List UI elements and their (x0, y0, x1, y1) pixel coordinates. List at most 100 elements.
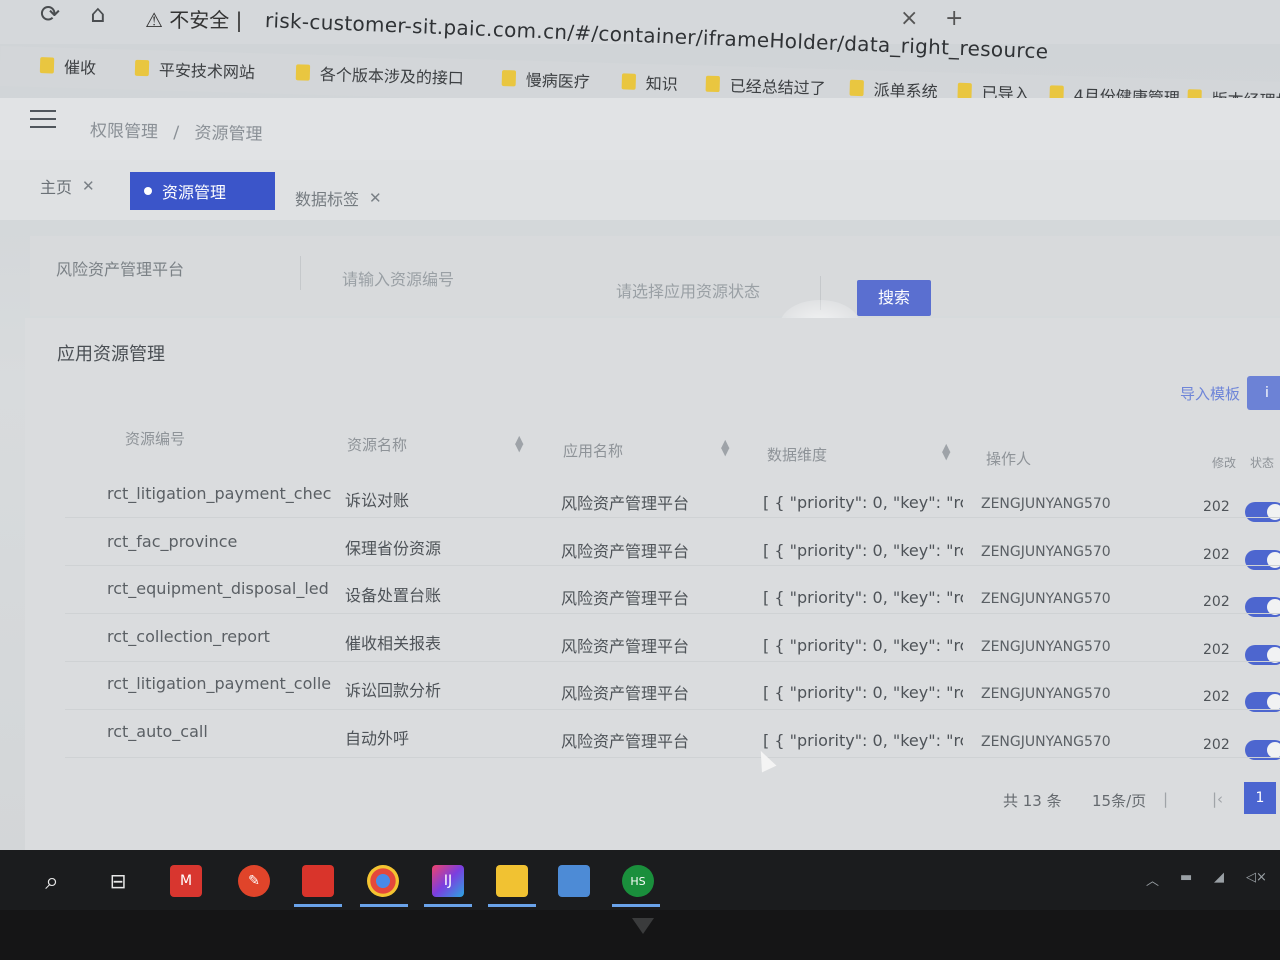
cell-code: rct_litigation_payment_colle (107, 674, 332, 694)
table-row[interactable]: rct_litigation_payment_colle 诉讼回款分析 风险资产管理… (65, 662, 1280, 713)
cell-modified: 202 (1203, 641, 1230, 658)
breadcrumb-current: 资源管理 (194, 123, 263, 145)
cell-name: 诉讼回款分析 (345, 681, 442, 701)
tab-home[interactable]: 主页 ✕ (40, 174, 95, 198)
cell-name: 设备处置台账 (345, 586, 442, 606)
close-icon[interactable]: ✕ (82, 177, 95, 195)
page-size-select[interactable]: 15条/页 (1092, 790, 1146, 811)
close-icon[interactable]: × (900, 6, 918, 31)
browser-address-bar: ⟳ ⌂ ⚠ 不安全 | risk-customer-sit.paic.com.c… (0, 0, 1280, 63)
bookmark-item[interactable]: 已经总结过了 (705, 72, 826, 99)
cell-operator: ZENGJUNYANG570 (981, 591, 1111, 608)
table-row[interactable]: rct_auto_call 自动外呼 风险资产管理平台 [ { "priority":… (65, 710, 1280, 760)
current-page-button[interactable]: 1 (1244, 782, 1276, 814)
bookmark-item[interactable]: 各个版本涉及的接口 (295, 60, 465, 89)
resource-status-select[interactable]: 请选择应用资源状态 (616, 278, 760, 302)
cell-dim: [ { "priority": 0, "key": "rct... (763, 731, 963, 750)
pen-icon[interactable]: ✎ (238, 865, 270, 897)
table-row[interactable]: rct_fac_province 保理省份资源 风险资产管理平台 [ { "prior… (65, 518, 1280, 570)
explorer-icon[interactable] (496, 865, 528, 897)
close-icon[interactable]: ✕ (369, 189, 382, 207)
resource-table: 资源编号 资源名称 ▲ ▼ 应用名称 ▲ ▼ 数据维度 ▲ ▼ 操作人 修改 状态 r… (65, 416, 1280, 760)
cell-app: 风险资产管理平台 (561, 494, 690, 513)
mail-icon[interactable]: M (170, 865, 202, 897)
prev-page-icon[interactable]: | (1163, 790, 1168, 808)
cell-modified: 202 (1203, 594, 1230, 611)
tab-resource-management[interactable]: 资源管理 (130, 172, 275, 210)
taskbar: ⌕ ⊟ M ✎ IJ HS ︿ ▬ ◢ ◁× (0, 850, 1280, 910)
breadcrumb-root[interactable]: 权限管理 (90, 121, 158, 143)
platform-select[interactable]: 风险资产管理平台 (56, 256, 184, 280)
search-bar: 风险资产管理平台 请输入资源编号 请选择应用资源状态 搜索 (30, 236, 1280, 316)
column-header-status[interactable]: 状态 (1250, 454, 1274, 471)
monitor-bezel (0, 910, 1280, 960)
table-row[interactable]: rct_equipment_disposal_led 设备处置台账 风险资产管理平台… (65, 566, 1280, 618)
table-row[interactable]: rct_litigation_payment_chec 诉讼对账 风险资产管理平台 [… (65, 470, 1280, 522)
search-icon[interactable]: ⌕ (36, 865, 68, 897)
sort-icon[interactable]: ▲ ▼ (942, 442, 950, 461)
cell-code: rct_collection_report (107, 626, 270, 646)
wifi-icon[interactable]: ◢ (1214, 870, 1224, 885)
bookmark-item[interactable]: 催收 (39, 53, 97, 79)
intellij-icon[interactable]: IJ (432, 865, 464, 897)
chevron-up-icon[interactable]: ︿ (1146, 870, 1159, 889)
cell-operator: ZENGJUNYANG570 (981, 734, 1111, 750)
import-template-link[interactable]: 导入模板 (1180, 383, 1240, 404)
hs-icon[interactable]: HS (622, 865, 654, 897)
bookmark-label: 慢病医疗 (525, 70, 591, 92)
prev-page-icon[interactable]: |‹ (1212, 790, 1223, 808)
cell-name: 诉讼对账 (345, 491, 410, 510)
column-header-modified[interactable]: 修改 (1212, 454, 1236, 471)
folder-icon (849, 79, 864, 97)
sort-icon[interactable]: ▲ ▼ (721, 438, 729, 457)
battery-icon[interactable]: ▬ (1180, 870, 1192, 885)
column-header-operator[interactable]: 操作人 (986, 448, 1031, 469)
cell-modified: 202 (1203, 737, 1230, 753)
action-button[interactable]: i (1247, 376, 1280, 410)
tab-label: 资源管理 (162, 183, 227, 202)
mail-icon-label: M (179, 873, 193, 889)
bookmark-label: 各个版本涉及的接口 (319, 64, 465, 88)
menu-toggle-icon[interactable] (30, 110, 56, 132)
app-icon[interactable] (302, 865, 334, 897)
tab-label: 数据标签 (295, 190, 360, 209)
task-view-icon[interactable]: ⊟ (102, 865, 134, 897)
resource-panel: 应用资源管理 导入模板 i 资源编号 资源名称 ▲ ▼ 应用名称 ▲ ▼ 数据维度 … (25, 318, 1280, 858)
cell-app: 风险资产管理平台 (561, 589, 690, 609)
new-tab-icon[interactable]: + (945, 6, 963, 31)
table-row[interactable]: rct_collection_report 催收相关报表 风险资产管理平台 [ { "… (65, 614, 1280, 665)
tab-data-tags[interactable]: 数据标签 ✕ (295, 186, 382, 210)
url-text[interactable]: risk-customer-sit.paic.com.cn/#/containe… (265, 8, 1049, 63)
breadcrumb-separator: / (173, 122, 180, 144)
column-header-name[interactable]: 资源名称 (347, 434, 407, 455)
row-divider (65, 757, 1280, 758)
active-indicator (612, 904, 660, 907)
cell-code: rct_fac_province (107, 531, 238, 551)
column-header-code[interactable]: 资源编号 (125, 428, 185, 449)
search-button[interactable]: 搜索 (857, 280, 931, 316)
active-dot-icon (144, 187, 152, 195)
cell-name: 催收相关报表 (345, 633, 442, 653)
resource-code-input[interactable]: 请输入资源编号 (342, 266, 454, 290)
column-header-dimension[interactable]: 数据维度 (767, 444, 827, 465)
chrome-icon[interactable] (367, 865, 399, 897)
security-warning[interactable]: ⚠ 不安全 | (145, 4, 242, 33)
column-header-app[interactable]: 应用名称 (563, 440, 623, 461)
sort-icon[interactable]: ▲ ▼ (515, 434, 523, 453)
cell-code: rct_litigation_payment_chec (107, 484, 332, 503)
cell-operator: ZENGJUNYANG570 (981, 686, 1111, 703)
warning-icon: ⚠ (145, 8, 163, 32)
cell-dim: [ { "priority": 0, "key": "rct... (763, 540, 963, 560)
bookmark-item[interactable]: 平安技术网站 (134, 56, 256, 83)
app-header: 权限管理 / 资源管理 (0, 98, 1280, 160)
book-icon[interactable] (558, 865, 590, 897)
folder-icon (705, 75, 720, 93)
bookmark-label: 知识 (645, 74, 679, 94)
cell-app: 风险资产管理平台 (561, 684, 690, 704)
bookmark-label: 平安技术网站 (158, 60, 256, 83)
reload-icon[interactable]: ⟳ (36, 0, 64, 28)
volume-icon[interactable]: ◁× (1246, 870, 1267, 885)
bookmark-item[interactable]: 慢病医疗 (501, 66, 591, 92)
home-icon[interactable]: ⌂ (84, 0, 112, 28)
bookmark-item[interactable]: 知识 (621, 69, 678, 95)
